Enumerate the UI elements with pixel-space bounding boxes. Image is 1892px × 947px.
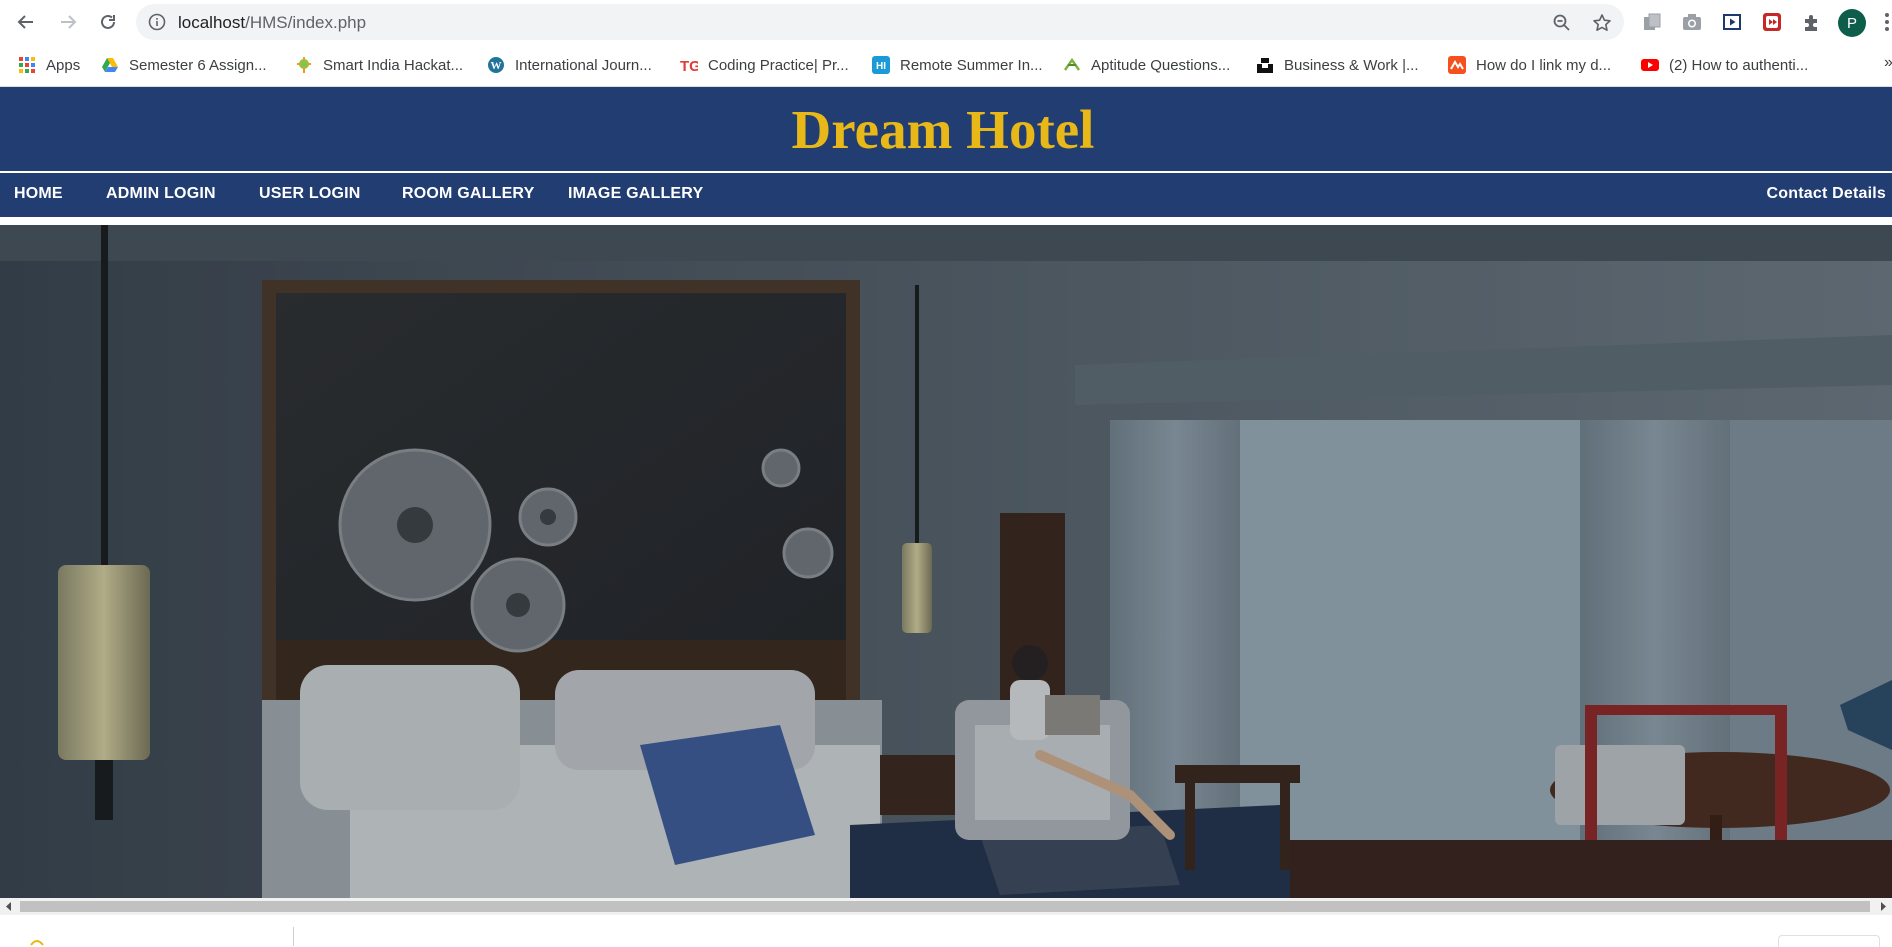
zoom-icon[interactable] [1552, 13, 1572, 33]
partial-logo-icon [30, 940, 44, 946]
bookmark-label: Aptitude Questions... [1091, 56, 1231, 74]
site-header: Dream Hotel [0, 87, 1892, 171]
url-text[interactable]: localhost/HMS/index.php [178, 13, 366, 33]
browser-menu-icon[interactable] [1882, 12, 1892, 32]
scrollbar-thumb[interactable] [20, 901, 1870, 912]
url-path: /HMS/index.php [245, 13, 367, 32]
site-title: Dream Hotel [791, 98, 1095, 160]
wordpress-icon: W [488, 57, 504, 73]
nav-home[interactable]: HOME [14, 173, 63, 217]
tg-icon: TG [680, 58, 698, 74]
back-button[interactable] [12, 8, 40, 36]
profile-avatar[interactable]: P [1838, 9, 1866, 37]
bookmark-label: How do I link my d... [1476, 56, 1612, 74]
apps-grid-icon [19, 57, 35, 73]
bookmark-coding-practice[interactable]: TG Coding Practice| Pr... [680, 44, 849, 86]
bookmark-remote-summer[interactable]: HI Remote Summer In... [872, 44, 1043, 86]
star-icon[interactable] [1592, 13, 1612, 33]
sih-icon [297, 57, 311, 73]
hero-image [0, 225, 1892, 898]
bookmark-youtube[interactable]: (2) How to authenti... [1641, 44, 1808, 86]
reload-icon [101, 14, 115, 29]
google-drive-icon [102, 58, 118, 72]
address-bar[interactable]: localhost/HMS/index.php [136, 4, 1624, 40]
below-fold-area [0, 915, 1892, 947]
nav-user-login[interactable]: USER LOGIN [259, 173, 361, 217]
nav-admin-login[interactable]: ADMIN LOGIN [106, 173, 216, 217]
video-extension-icon[interactable] [1721, 11, 1743, 33]
back-arrow-icon [17, 15, 33, 29]
bookmark-intl-journal[interactable]: W International Journ... [487, 44, 652, 86]
bookmark-semester[interactable]: Semester 6 Assign... [101, 44, 267, 86]
svg-text:HI: HI [876, 61, 886, 72]
hi-icon: HI [872, 56, 890, 74]
bookmark-label: (2) How to authenti... [1669, 56, 1809, 74]
url-host: localhost [178, 13, 246, 32]
svg-text:TG: TG [680, 58, 698, 74]
bookmark-label: International Journ... [515, 56, 652, 74]
bookmark-label: Smart India Hackat... [323, 56, 464, 74]
bookmark-orange-icon [1448, 56, 1466, 74]
bookmark-label: Apps [46, 56, 81, 74]
reload-button[interactable] [94, 8, 122, 36]
bookmark-label: Business & Work |... [1284, 56, 1419, 74]
aptitude-icon [1063, 57, 1081, 71]
scroll-right-arrow-icon[interactable] [1878, 901, 1888, 912]
bookmark-label: Semester 6 Assign... [129, 56, 267, 74]
camera-extension-icon[interactable] [1681, 11, 1703, 33]
bookmark-how-link[interactable]: How do I link my d... [1448, 44, 1611, 86]
red-extension-icon[interactable] [1761, 11, 1783, 33]
bookmark-label: Remote Summer In... [900, 56, 1043, 74]
forward-button[interactable] [54, 8, 82, 36]
nav-room-gallery[interactable]: ROOM GALLERY [402, 173, 534, 217]
nav-gap [0, 217, 1892, 225]
horizontal-scrollbar[interactable] [0, 898, 1892, 915]
bookmark-apps[interactable]: Apps [18, 44, 80, 86]
bookmark-label: Coding Practice| Pr... [708, 56, 849, 74]
site-info-icon[interactable] [148, 13, 166, 31]
unsplash-icon [1257, 58, 1273, 73]
youtube-icon [1641, 59, 1659, 71]
hotel-room-photo [0, 225, 1892, 898]
bookmark-business[interactable]: Business & Work |... [1256, 44, 1419, 86]
nav-contact-details[interactable]: Contact Details [1767, 173, 1886, 217]
content-divider [293, 927, 294, 946]
svg-text:W: W [491, 60, 502, 72]
copy-extension-icon[interactable] [1641, 11, 1663, 33]
forward-arrow-icon [61, 15, 77, 29]
bookmark-aptitude[interactable]: Aptitude Questions... [1063, 44, 1230, 86]
site-nav: HOME ADMIN LOGIN USER LOGIN ROOM GALLERY… [0, 173, 1892, 217]
extensions-puzzle-icon[interactable] [1801, 11, 1823, 33]
bookmarks-bar: Apps Semester 6 Assign... Smart India Ha… [0, 44, 1892, 87]
browser-toolbar: localhost/HMS/index.php P [0, 0, 1892, 44]
scroll-left-arrow-icon[interactable] [4, 901, 14, 912]
bookmark-sih[interactable]: Smart India Hackat... [295, 44, 463, 86]
more-bookmarks-button[interactable]: » [1884, 54, 1892, 72]
partial-box [1778, 935, 1880, 947]
nav-image-gallery[interactable]: IMAGE GALLERY [568, 173, 703, 217]
